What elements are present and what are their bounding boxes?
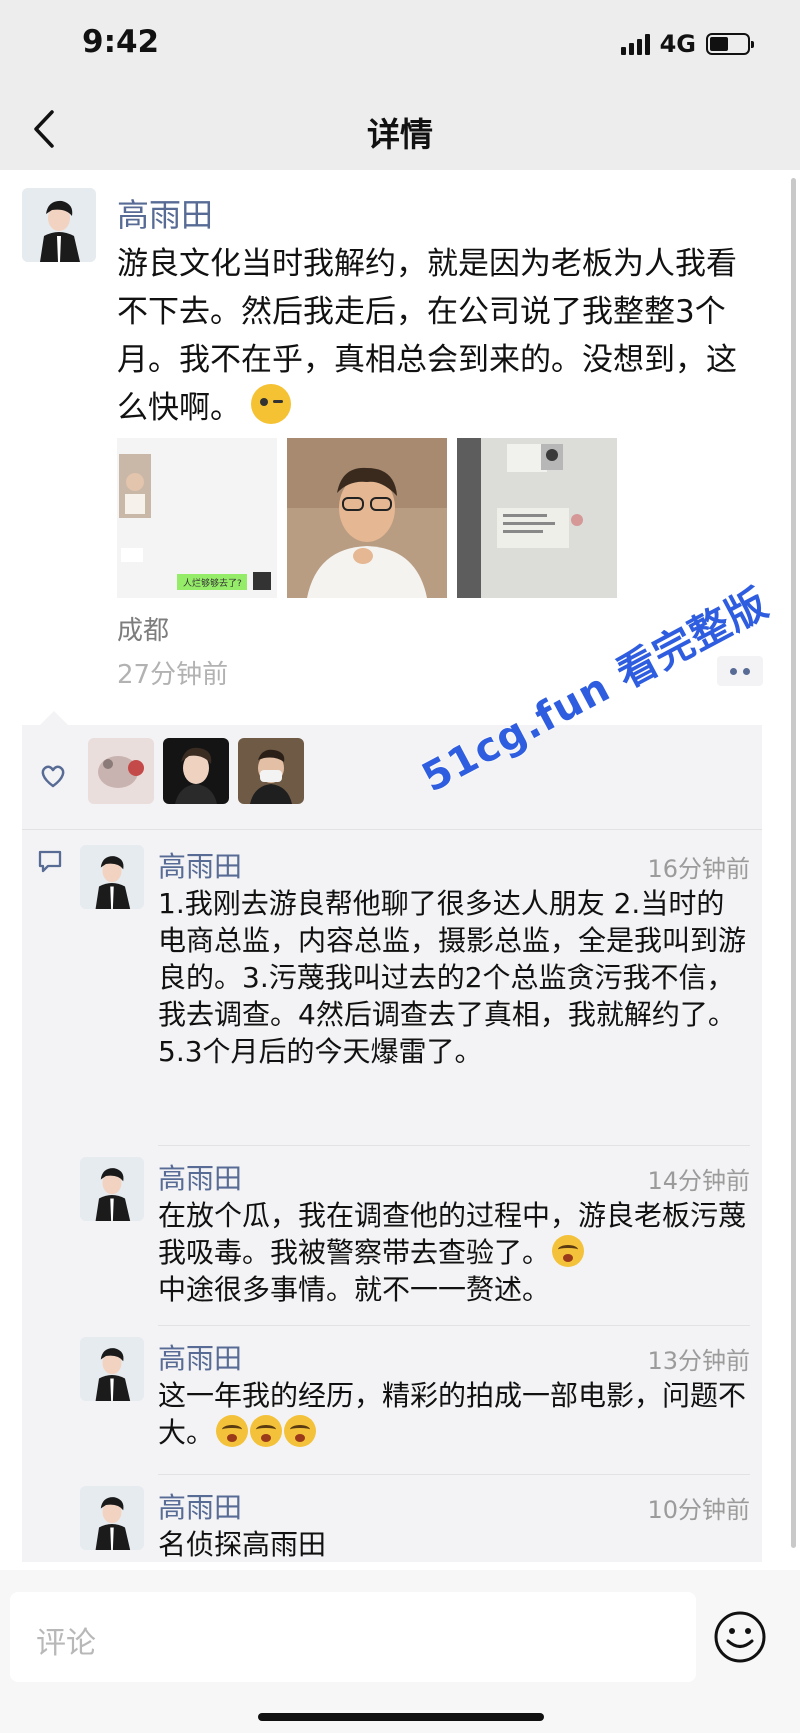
comment-text: 名侦探高雨田	[158, 1528, 327, 1561]
comment-time: 13分钟前	[647, 1347, 750, 1375]
divider	[158, 1325, 750, 1326]
post-photos: 人烂够够去了?	[117, 438, 617, 598]
post-author[interactable]: 高雨田	[117, 190, 213, 236]
grimace-emoji-icon	[552, 1235, 585, 1267]
status-bar: 9:42 4G	[0, 0, 800, 88]
comment-text-content: 中途很多事情。就不一一赘述。	[158, 1273, 551, 1306]
moment-detail: 高雨田 游良文化当时我解约，就是因为老板为人我看不下去。然后我走后，在公司说了我…	[0, 170, 800, 1570]
comment-time: 10分钟前	[647, 1496, 750, 1524]
home-indicator	[258, 1713, 544, 1721]
signal-icon	[620, 33, 650, 55]
comment-text-content: 在放个瓜，我在调查他的过程中，游良老板污蔑我吸毒。我被警察带去查验了。	[158, 1199, 747, 1269]
battery-icon	[706, 33, 754, 55]
comment-text: 在放个瓜，我在调查他的过程中，游良老板污蔑我吸毒。我被警察带去查验了。 中途很多…	[158, 1197, 750, 1308]
more-actions-button[interactable]	[717, 656, 763, 686]
status-time: 9:42	[82, 24, 160, 60]
tears-emoji-icon	[250, 1415, 283, 1447]
nav-bar: 详情	[0, 88, 800, 170]
like-avatar[interactable]	[163, 738, 229, 804]
comment-input[interactable]: 评论	[10, 1592, 696, 1682]
video-selfie-photo[interactable]	[287, 438, 447, 598]
scrollbar[interactable]	[791, 178, 796, 1548]
wink-emoji-icon	[250, 384, 291, 424]
status-icons: 4G	[620, 30, 754, 58]
comment-text: 这一年我的经历，精彩的拍成一部电影，问题不大。	[158, 1377, 750, 1451]
like-avatar[interactable]	[238, 738, 304, 804]
comment-bar: 评论	[0, 1570, 800, 1733]
comment-time: 14分钟前	[647, 1167, 750, 1195]
avatar[interactable]	[80, 1157, 144, 1221]
comment-time: 16分钟前	[647, 855, 750, 883]
network-label: 4G	[659, 30, 696, 58]
avatar[interactable]	[80, 1486, 144, 1550]
comment-placeholder: 评论	[36, 1626, 96, 1661]
comment-text-content: 这一年我的经历，精彩的拍成一部电影，问题不大。	[158, 1379, 747, 1449]
document-photo[interactable]	[457, 438, 617, 598]
comment-author[interactable]: 高雨田	[158, 1486, 242, 1526]
interaction-panel: 高雨田 16分钟前 1.我刚去游良帮他聊了很多达人朋友 2.当时的电商总监，内容…	[22, 711, 762, 1562]
comment-icon	[36, 847, 64, 875]
tears-emoji-icon	[216, 1415, 249, 1447]
comment-author[interactable]: 高雨田	[158, 1337, 242, 1377]
comment-item[interactable]: 高雨田 10分钟前 名侦探高雨田	[80, 1486, 750, 1562]
comment-author[interactable]: 高雨田	[158, 845, 242, 885]
avatar[interactable]	[80, 845, 144, 909]
tears-emoji-icon	[284, 1415, 317, 1447]
chat-caption: 人烂够够去了?	[183, 577, 242, 589]
divider	[158, 1474, 750, 1475]
post-time: 27分钟前	[117, 660, 229, 690]
comment-text: 1.我刚去游良帮他聊了很多达人朋友 2.当时的电商总监，内容总监，摄影总监，全是…	[158, 887, 747, 1068]
divider	[158, 1145, 750, 1146]
comment-item[interactable]: 高雨田 14分钟前 在放个瓜，我在调查他的过程中，游良老板污蔑我吸毒。我被警察带…	[80, 1157, 750, 1307]
comment-item[interactable]: 高雨田 13分钟前 这一年我的经历，精彩的拍成一部电影，问题不大。	[80, 1337, 750, 1457]
like-avatar[interactable]	[88, 738, 154, 804]
post-text-content: 游良文化当时我解约，就是因为老板为人我看不下去。然后我走后，在公司说了我整整3个…	[117, 246, 737, 426]
avatar[interactable]	[80, 1337, 144, 1401]
heart-icon	[38, 761, 68, 791]
smile-icon[interactable]	[713, 1610, 767, 1664]
battery-level	[710, 37, 728, 51]
likes-row	[22, 725, 762, 830]
comment-author[interactable]: 高雨田	[158, 1157, 242, 1197]
chat-screenshot-photo[interactable]: 人烂够够去了?	[117, 438, 277, 598]
avatar[interactable]	[22, 188, 96, 262]
comment-item[interactable]: 高雨田 16分钟前 1.我刚去游良帮他聊了很多达人朋友 2.当时的电商总监，内容…	[80, 845, 750, 1135]
post-text: 游良文化当时我解约，就是因为老板为人我看不下去。然后我走后，在公司说了我整整3个…	[117, 240, 767, 432]
page-title: 详情	[367, 115, 433, 154]
post-location[interactable]: 成都	[117, 610, 169, 647]
